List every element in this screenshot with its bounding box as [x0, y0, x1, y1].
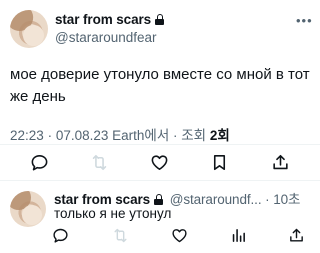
share-icon — [289, 228, 303, 242]
reply-icon — [31, 154, 47, 170]
views-icon — [232, 228, 245, 242]
retweet-icon — [113, 228, 127, 242]
reply-reply-button[interactable] — [50, 225, 70, 245]
reply-time[interactable]: 10초 — [273, 192, 300, 207]
author-name[interactable]: star from scars — [55, 12, 165, 27]
author-handle[interactable]: @stararoundfear — [55, 30, 157, 45]
like-icon — [151, 154, 167, 170]
tweet-date: 07.08.23 — [55, 128, 109, 143]
like-icon — [171, 228, 187, 242]
lock-icon — [154, 194, 164, 205]
bookmark-button[interactable] — [209, 152, 229, 172]
reply-views-button[interactable] — [228, 225, 248, 245]
reply-author-name[interactable]: star from scars — [54, 192, 150, 207]
reply-text: только я не утонул — [54, 206, 172, 221]
divider — [0, 144, 320, 145]
share-icon — [272, 154, 288, 169]
tweet-time: 22:23 — [10, 128, 44, 143]
bookmark-icon — [213, 154, 225, 170]
tweet-source: Earth에서 — [112, 128, 170, 143]
retweet-icon — [92, 154, 106, 170]
reply-icon — [52, 228, 68, 243]
reply-author-handle[interactable]: @stararoundf... — [170, 192, 262, 207]
like-button[interactable] — [149, 152, 169, 172]
divider — [0, 180, 320, 181]
lock-icon — [155, 14, 165, 25]
reply-retweet-button[interactable] — [110, 225, 130, 245]
reply-author-avatar[interactable] — [10, 191, 46, 227]
views-label: 조회 — [181, 128, 207, 143]
reply-button[interactable] — [29, 152, 49, 172]
reply-like-button[interactable] — [169, 225, 189, 245]
views-count: 2회 — [209, 128, 230, 143]
author-avatar[interactable] — [10, 10, 48, 48]
share-button[interactable] — [270, 152, 290, 172]
tweet-text: мое доверие утонуло вместе со мной в тот… — [10, 66, 310, 105]
retweet-button[interactable] — [89, 152, 109, 172]
reply-header: star from scars @stararoundf... · 10초 — [54, 192, 301, 207]
more-icon[interactable]: ••• — [296, 13, 313, 28]
tweet-meta: 22:23 · 07.08.23 Earth에서 · 조회 2회 — [10, 128, 230, 143]
reply-share-button[interactable] — [286, 225, 306, 245]
